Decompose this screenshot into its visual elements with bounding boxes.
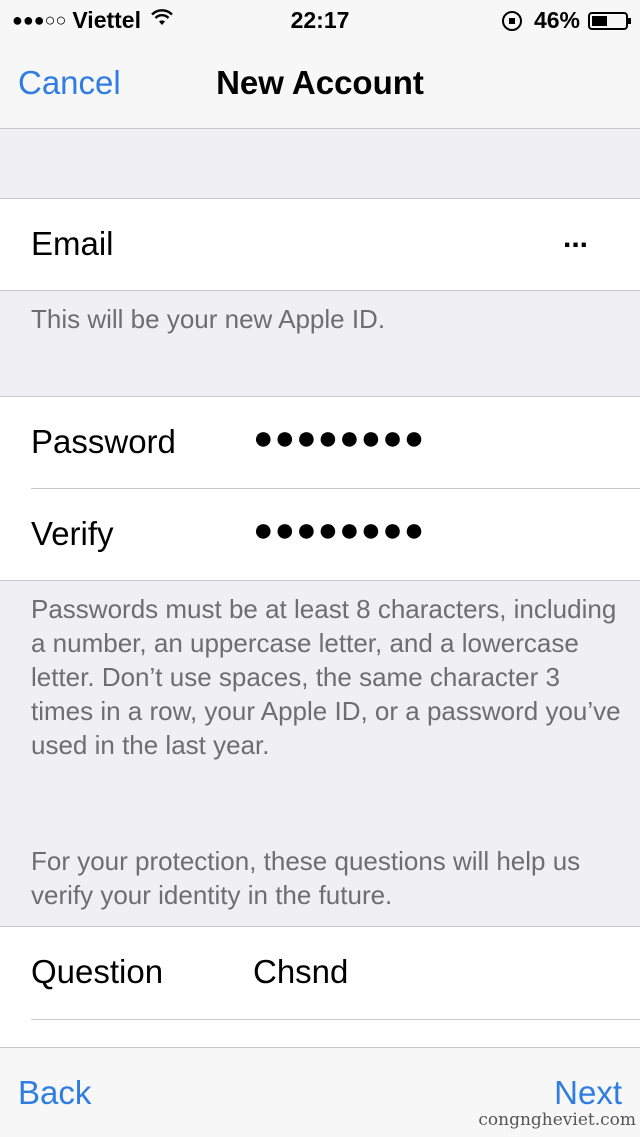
watermark: congngheviet.com [478, 1110, 636, 1130]
password-section: Password ●●●●●●●● Verify ●●●●●●●● [0, 396, 640, 581]
questions-section: Question Chsnd [0, 926, 640, 1048]
verify-row[interactable]: Verify ●●●●●●●● [0, 489, 640, 579]
status-bar: ●●●○○ Viettel 22:17 46% [0, 0, 640, 40]
question-label: Question [31, 953, 164, 990]
rotation-lock-icon [501, 10, 522, 31]
status-right-group: 46% [501, 7, 631, 34]
back-button[interactable]: Back [18, 1074, 91, 1112]
verify-label: Verify [31, 515, 114, 552]
security-questions-note: For your protection, these questions wil… [31, 846, 581, 910]
email-field[interactable]: ... [563, 221, 588, 255]
email-label: Email [31, 225, 114, 262]
verify-field[interactable]: ●●●●●●●● [253, 511, 425, 550]
password-row[interactable]: Password ●●●●●●●● [0, 397, 640, 487]
password-label: Password [31, 423, 176, 460]
page-title: New Account [216, 64, 424, 101]
email-row[interactable]: Email ... [0, 199, 640, 289]
email-footnote: This will be your new Apple ID. [31, 304, 386, 334]
battery-fill [592, 15, 607, 26]
email-section: Email ... [0, 198, 640, 291]
battery-icon [588, 11, 631, 30]
row-divider [31, 1019, 640, 1020]
question-row[interactable]: Question Chsnd [0, 927, 640, 1017]
password-field[interactable]: ●●●●●●●● [253, 419, 425, 458]
battery-percent: 46% [533, 7, 580, 33]
question-field[interactable]: Chsnd [253, 953, 348, 991]
next-button[interactable]: Next [554, 1074, 622, 1112]
password-requirements-footnote: Passwords must be at least 8 characters,… [31, 594, 621, 760]
navigation-bar: Cancel New Account [0, 40, 640, 129]
